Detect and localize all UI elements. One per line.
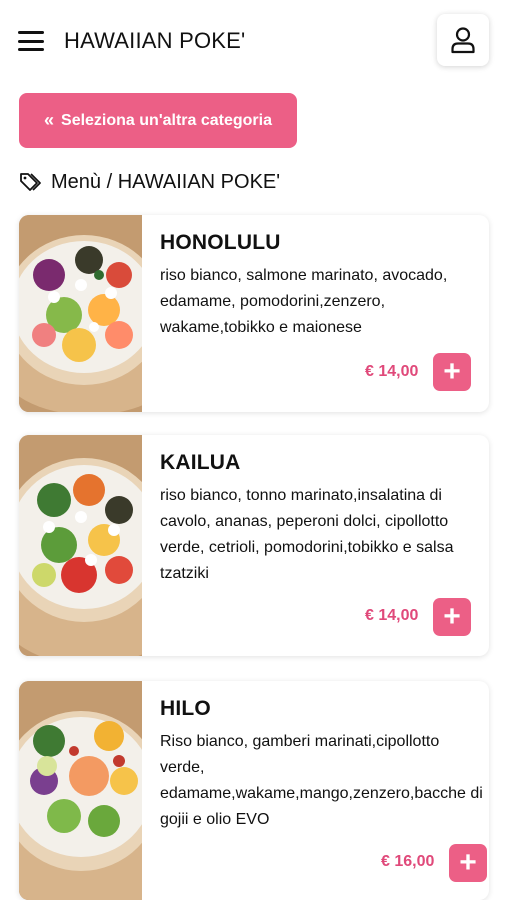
user-icon: [451, 27, 475, 54]
product-image: [19, 215, 142, 412]
product-image: [19, 681, 142, 900]
select-other-category-label: Seleziona un'altra categoria: [61, 111, 272, 129]
breadcrumb-text: Menù / HAWAIIAN POKE': [51, 170, 281, 193]
add-to-cart-button[interactable]: +: [433, 353, 471, 391]
product-card[interactable]: HONOLULU riso bianco, salmone marinato, …: [19, 215, 489, 412]
user-account-button[interactable]: [437, 14, 489, 66]
product-description: Riso bianco, gamberi marinati,cipollotto…: [160, 733, 483, 828]
double-chevron-left-icon: «: [44, 110, 54, 130]
product-price: € 14,00: [365, 363, 419, 380]
product-price: € 14,00: [365, 607, 419, 624]
product-card[interactable]: HILO Riso bianco, gamberi marinati,cipol…: [19, 681, 489, 900]
product-description: riso bianco, salmone marinato, avocado, …: [160, 267, 448, 336]
product-card[interactable]: KAILUA riso bianco, tonno marinato,insal…: [19, 435, 489, 656]
select-other-category-button[interactable]: « Seleziona un'altra categoria: [19, 93, 297, 148]
hamburger-menu-icon[interactable]: [18, 28, 46, 54]
header: HAWAIIAN POKE': [0, 0, 507, 82]
product-info: KAILUA riso bianco, tonno marinato,insal…: [160, 451, 483, 587]
page: HAWAIIAN POKE' « Seleziona un'altra cate…: [0, 0, 507, 900]
product-name: KAILUA: [160, 451, 241, 474]
product-info: HILO Riso bianco, gamberi marinati,cipol…: [160, 697, 483, 833]
tags-icon: [20, 173, 41, 191]
add-to-cart-button[interactable]: +: [449, 844, 487, 882]
product-price: € 16,00: [381, 853, 435, 870]
add-to-cart-button[interactable]: +: [433, 598, 471, 636]
product-name: HILO: [160, 697, 211, 720]
product-image: [19, 435, 142, 656]
page-title: HAWAIIAN POKE': [64, 28, 246, 53]
product-description: riso bianco, tonno marinato,insalatina d…: [160, 487, 454, 582]
product-info: HONOLULU riso bianco, salmone marinato, …: [160, 231, 483, 341]
product-name: HONOLULU: [160, 231, 281, 254]
breadcrumb: Menù / HAWAIIAN POKE': [19, 169, 280, 195]
